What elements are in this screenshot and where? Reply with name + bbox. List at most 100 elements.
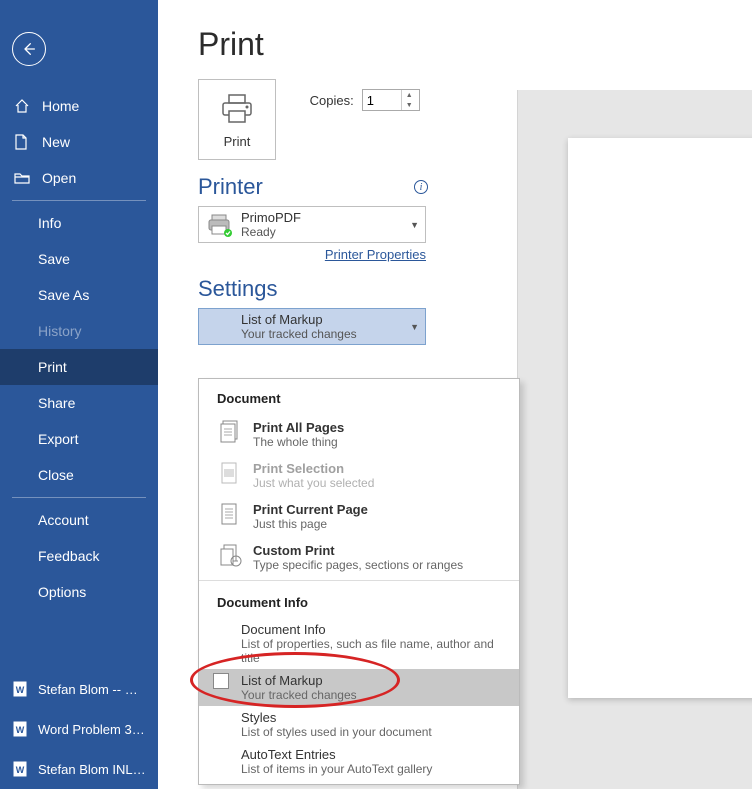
settings-sub: Your tracked changes — [241, 327, 410, 341]
sidebar-item-open[interactable]: Open — [0, 160, 158, 196]
opt-print-all-pages[interactable]: Print All PagesThe whole thing — [199, 414, 519, 455]
opt-styles[interactable]: Styles List of styles used in your docum… — [199, 706, 519, 743]
recent-file-name: Stefan Blom INL1 P... — [38, 762, 146, 777]
opt-print-selection: Print SelectionJust what you selected — [199, 455, 519, 496]
back-button[interactable] — [12, 32, 46, 66]
opt-sub: List of properties, such as file name, a… — [241, 637, 505, 665]
svg-text:W: W — [16, 765, 25, 775]
sidebar-item-save[interactable]: Save — [0, 241, 158, 277]
home-icon — [14, 98, 32, 114]
opt-sub: List of styles used in your document — [241, 725, 505, 739]
custom-pages-icon — [217, 543, 243, 569]
sidebar-item-history: History — [0, 313, 158, 349]
spinner-up[interactable]: ▲ — [402, 90, 417, 100]
svg-text:W: W — [16, 685, 25, 695]
sidebar-label: History — [38, 323, 82, 339]
opt-document-info[interactable]: Document Info List of properties, such a… — [199, 618, 519, 669]
recent-file-item[interactable]: W Stefan Blom INL1 P... — [0, 749, 158, 789]
back-arrow-icon — [21, 41, 37, 57]
opt-sub: List of items in your AutoText gallery — [241, 762, 505, 776]
sidebar-label: New — [42, 134, 70, 150]
opt-title: Document Info — [241, 622, 505, 637]
sidebar-label: Open — [42, 170, 76, 186]
chevron-down-icon: ▼ — [410, 220, 419, 230]
print-button[interactable]: Print — [198, 79, 276, 160]
spinner-down[interactable]: ▼ — [402, 100, 417, 110]
settings-text: List of Markup Your tracked changes — [241, 312, 410, 341]
recent-files: W Stefan Blom -- MD... W Word Problem 3.… — [0, 669, 158, 789]
printer-status: Ready — [241, 225, 410, 239]
opt-title: Custom Print — [253, 543, 505, 558]
opt-print-current-page[interactable]: Print Current PageJust this page — [199, 496, 519, 537]
opt-title: Print Selection — [253, 461, 505, 476]
sidebar-item-feedback[interactable]: Feedback — [0, 538, 158, 574]
sidebar-label: Feedback — [38, 548, 99, 564]
open-folder-icon — [14, 171, 32, 185]
recent-file-item[interactable]: W Word Problem 3.d... — [0, 709, 158, 749]
settings-section-head: Settings — [198, 276, 428, 302]
blank-icon — [205, 313, 237, 341]
sidebar-item-home[interactable]: Home — [0, 88, 158, 124]
sidebar-item-export[interactable]: Export — [0, 421, 158, 457]
sidebar-label: Save As — [38, 287, 89, 303]
printer-properties-link[interactable]: Printer Properties — [198, 247, 426, 262]
settings-popup: Document Print All PagesThe whole thing … — [198, 378, 520, 785]
opt-custom-print[interactable]: Custom PrintType specific pages, section… — [199, 537, 519, 578]
sidebar-item-close[interactable]: Close — [0, 457, 158, 493]
print-button-label: Print — [219, 134, 255, 149]
opt-sub: Type specific pages, sections or ranges — [253, 558, 505, 572]
sidebar-label: Close — [38, 467, 74, 483]
sidebar-item-share[interactable]: Share — [0, 385, 158, 421]
sidebar-label: Share — [38, 395, 75, 411]
sidebar-item-info[interactable]: Info — [0, 205, 158, 241]
word-doc-icon: W — [12, 720, 28, 738]
sidebar-item-account[interactable]: Account — [0, 502, 158, 538]
printer-dropdown[interactable]: PrimoPDF Ready ▼ — [198, 206, 426, 243]
opt-title: Styles — [241, 710, 505, 725]
copies-field: Copies: ▲ ▼ — [310, 89, 420, 111]
recent-file-item[interactable]: W Stefan Blom -- MD... — [0, 669, 158, 709]
settings-dropdown[interactable]: List of Markup Your tracked changes ▼ — [198, 308, 426, 345]
popup-group-doc-info: Document Info — [199, 583, 519, 618]
sidebar-label: Account — [38, 512, 89, 528]
info-icon[interactable]: i — [414, 180, 428, 194]
opt-sub: The whole thing — [253, 435, 505, 449]
sidebar-label: Home — [42, 98, 79, 114]
svg-text:W: W — [16, 725, 25, 735]
page-icon — [217, 502, 243, 528]
copies-label: Copies: — [310, 93, 354, 108]
page-title: Print — [198, 26, 752, 63]
copies-spinner[interactable]: ▲ ▼ — [362, 89, 420, 111]
printer-section-head: Printer i — [198, 174, 428, 200]
popup-group-document: Document — [199, 379, 519, 414]
sidebar-label: Export — [38, 431, 78, 447]
opt-list-of-markup[interactable]: List of Markup Your tracked changes — [199, 669, 519, 706]
printer-status-icon — [205, 211, 237, 239]
chevron-down-icon: ▼ — [410, 322, 419, 332]
word-doc-icon: W — [12, 680, 28, 698]
sidebar-separator — [12, 497, 146, 498]
sidebar-item-save-as[interactable]: Save As — [0, 277, 158, 313]
printer-text: PrimoPDF Ready — [241, 210, 410, 239]
opt-sub: Your tracked changes — [241, 688, 505, 702]
sidebar-label: Options — [38, 584, 86, 600]
opt-title: Print All Pages — [253, 420, 505, 435]
backstage-sidebar: Home New Open Info Save Save As History … — [0, 0, 158, 789]
settings-title: List of Markup — [241, 312, 410, 327]
checkbox-icon — [213, 673, 229, 689]
page-selection-icon — [217, 461, 243, 487]
sidebar-label: Save — [38, 251, 70, 267]
opt-title: List of Markup — [241, 673, 505, 688]
opt-sub: Just what you selected — [253, 476, 505, 490]
recent-file-name: Stefan Blom -- MD... — [38, 682, 146, 697]
sidebar-item-print[interactable]: Print — [0, 349, 158, 385]
pages-icon — [217, 420, 243, 446]
recent-file-name: Word Problem 3.d... — [38, 722, 146, 737]
sidebar-label: Info — [38, 215, 61, 231]
sidebar-item-options[interactable]: Options — [0, 574, 158, 610]
preview-pane — [517, 90, 752, 789]
copies-input[interactable] — [363, 90, 401, 110]
opt-autotext-entries[interactable]: AutoText Entries List of items in your A… — [199, 743, 519, 780]
sidebar-label: Print — [38, 359, 67, 375]
sidebar-item-new[interactable]: New — [0, 124, 158, 160]
